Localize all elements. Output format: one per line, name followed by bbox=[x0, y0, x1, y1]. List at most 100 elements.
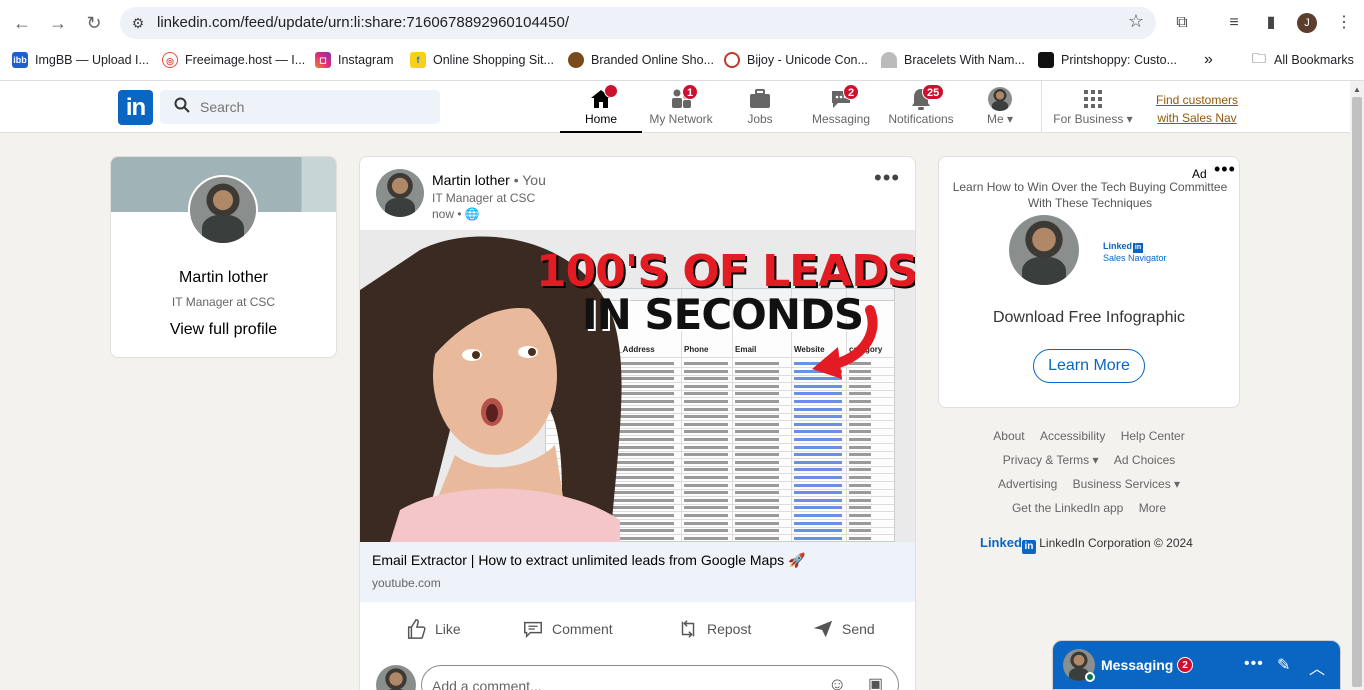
repost-button[interactable]: Repost bbox=[677, 616, 751, 642]
bookmark-item[interactable]: ◎ Freeimage.host — I... bbox=[162, 50, 305, 70]
sheet-link-cell bbox=[794, 430, 842, 434]
sheet-cell bbox=[735, 369, 779, 373]
emoji-icon[interactable]: ☺ bbox=[828, 674, 846, 690]
post-author-avatar[interactable] bbox=[376, 169, 424, 217]
footer-link[interactable]: About bbox=[993, 429, 1024, 443]
nav-notifications[interactable]: 25 Notifications bbox=[880, 81, 962, 133]
ad-more-options-icon[interactable]: ••• bbox=[1214, 159, 1236, 180]
back-arrow-icon[interactable]: ← bbox=[8, 9, 36, 37]
printshoppy-icon bbox=[1038, 52, 1054, 68]
sheet-cell bbox=[735, 498, 779, 502]
sheet-cell bbox=[684, 430, 728, 434]
footer-link[interactable]: Get the LinkedIn app bbox=[1012, 501, 1123, 515]
comment-button[interactable]: Comment bbox=[522, 616, 613, 642]
comment-input[interactable]: Add a comment... ☺ ▣ bbox=[421, 665, 899, 690]
chevron-up-icon[interactable]: ︿ bbox=[1309, 655, 1325, 679]
bookmark-item[interactable]: ◻ Instagram bbox=[315, 50, 394, 70]
ad-avatar bbox=[1009, 215, 1079, 285]
footer-link[interactable]: Privacy & Terms ▾ bbox=[1003, 453, 1099, 467]
sheet-cell bbox=[684, 400, 728, 403]
link-preview[interactable]: Email Extractor | How to extract unlimit… bbox=[360, 542, 915, 602]
sheet-link-cell bbox=[794, 491, 842, 495]
more-options-icon[interactable]: ••• bbox=[874, 165, 900, 191]
globe-icon: 🌐 bbox=[464, 207, 480, 221]
sheet-link-cell bbox=[794, 453, 842, 457]
linkedin-header: in Home 1 My Network Jobs 2 Messaging bbox=[0, 81, 1350, 133]
sheet-cell bbox=[849, 491, 871, 495]
forward-arrow-icon[interactable]: → bbox=[44, 9, 72, 37]
find-customers-link[interactable]: Find customers with Sales Nav bbox=[1148, 91, 1246, 127]
bookmark-item[interactable]: ibb ImgBB — Upload I... bbox=[12, 50, 149, 70]
footer-link[interactable]: More bbox=[1139, 501, 1166, 515]
view-full-profile-link[interactable]: View full profile bbox=[111, 321, 336, 339]
learn-more-button[interactable]: Learn More bbox=[1033, 349, 1145, 383]
thumbs-up-icon bbox=[407, 619, 426, 639]
nav-me[interactable]: Me ▾ bbox=[972, 81, 1028, 133]
nav-home[interactable]: Home bbox=[560, 81, 642, 133]
search-box[interactable] bbox=[160, 90, 440, 124]
reload-icon[interactable]: ↻ bbox=[80, 9, 108, 37]
sheet-link-cell bbox=[794, 384, 842, 388]
post-author[interactable]: Martin lother • You bbox=[432, 172, 546, 188]
bookmark-item[interactable]: Printshoppy: Custo... bbox=[1038, 50, 1177, 70]
bookmark-star-icon[interactable]: ☆ bbox=[1128, 11, 1144, 32]
profile-avatar[interactable] bbox=[188, 175, 258, 245]
comment-row: Add a comment... ☺ ▣ bbox=[360, 659, 915, 690]
extensions-icon[interactable]: ⧉ bbox=[1170, 11, 1194, 35]
address-bar[interactable]: ⚙ linkedin.com/feed/update/urn:li:share:… bbox=[120, 7, 1156, 39]
messaging-label[interactable]: Messaging bbox=[1101, 657, 1173, 673]
side-panel-icon[interactable]: ▮ bbox=[1259, 11, 1283, 35]
footer-link[interactable]: Accessibility bbox=[1040, 429, 1105, 443]
footer-link[interactable]: Ad Choices bbox=[1114, 453, 1175, 467]
footer-link[interactable]: Advertising bbox=[998, 477, 1057, 491]
linkedin-logo-icon[interactable]: in bbox=[118, 90, 153, 125]
footer-link[interactable]: Business Services ▾ bbox=[1073, 477, 1180, 491]
like-button[interactable]: Like bbox=[405, 616, 461, 642]
scroll-up-arrow-icon[interactable]: ▲ bbox=[1353, 85, 1361, 94]
nav-my-network[interactable]: 1 My Network bbox=[642, 81, 720, 133]
search-input[interactable] bbox=[200, 90, 430, 124]
ad-text[interactable]: Learn How to Win Over the Tech Buying Co… bbox=[951, 179, 1229, 211]
messaging-more-icon[interactable]: ••• bbox=[1244, 655, 1264, 673]
nav-for-business[interactable]: For Business ▾ bbox=[1050, 81, 1136, 133]
browser-profile-avatar[interactable]: J bbox=[1297, 13, 1317, 33]
folder-icon: 🗀 bbox=[1252, 50, 1266, 66]
image-icon[interactable]: ▣ bbox=[868, 674, 883, 690]
profile-name[interactable]: Martin lother bbox=[111, 269, 336, 287]
scrollbar-thumb[interactable] bbox=[1352, 97, 1362, 687]
compose-icon[interactable]: ✎ bbox=[1277, 655, 1290, 675]
bookmark-item[interactable]: Bracelets With Nam... bbox=[881, 50, 1025, 70]
browser-menu-icon[interactable]: ⋮ bbox=[1332, 11, 1356, 35]
address-url[interactable]: linkedin.com/feed/update/urn:li:share:71… bbox=[157, 14, 569, 31]
sheet-cell bbox=[849, 468, 871, 472]
sheet-cell bbox=[735, 521, 779, 525]
site-settings-icon[interactable]: ⚙ bbox=[128, 13, 148, 33]
messaging-overlay[interactable]: Messaging 2 ••• ✎ ︿ bbox=[1052, 640, 1341, 690]
bookmarks-overflow-icon[interactable]: » bbox=[1204, 50, 1213, 70]
page-scrollbar[interactable]: ▲ bbox=[1350, 81, 1364, 690]
browser-toolbar: ← → ↻ ⚙ linkedin.com/feed/update/urn:li:… bbox=[0, 6, 1364, 40]
sheet-link-cell bbox=[794, 422, 842, 426]
profile-card: Martin lother IT Manager at CSC View ful… bbox=[110, 156, 337, 358]
nav-messaging[interactable]: 2 Messaging bbox=[802, 81, 880, 133]
bookmark-item[interactable]: Branded Online Sho... bbox=[568, 50, 714, 70]
bookmarks-bar: ibb ImgBB — Upload I... ◎ Freeimage.host —… bbox=[0, 50, 1364, 72]
chevron-down-icon: ▾ bbox=[1006, 112, 1014, 126]
bookmark-item[interactable]: f Online Shopping Sit... bbox=[410, 50, 554, 70]
sheet-cell bbox=[849, 392, 871, 396]
sheet-link-cell bbox=[794, 529, 842, 533]
send-button[interactable]: Send bbox=[812, 616, 875, 642]
link-title[interactable]: Email Extractor | How to extract unlimit… bbox=[372, 552, 805, 569]
nav-jobs[interactable]: Jobs bbox=[730, 81, 790, 133]
bookmark-item[interactable]: Bijoy - Unicode Con... bbox=[724, 50, 868, 70]
sheet-cell bbox=[735, 438, 779, 441]
all-bookmarks[interactable]: 🗀 All Bookmarks bbox=[1252, 50, 1354, 70]
media-control-icon[interactable]: ≡ bbox=[1222, 11, 1246, 35]
sheet-link-cell bbox=[794, 415, 842, 419]
post-image[interactable]: Full_Address Phone Email Website categor… bbox=[360, 230, 915, 542]
active-underline bbox=[560, 131, 642, 133]
sheet-cell bbox=[735, 415, 779, 419]
footer-link[interactable]: Help Center bbox=[1121, 429, 1185, 443]
instagram-icon: ◻ bbox=[315, 52, 331, 68]
sheet-cell bbox=[849, 536, 871, 540]
